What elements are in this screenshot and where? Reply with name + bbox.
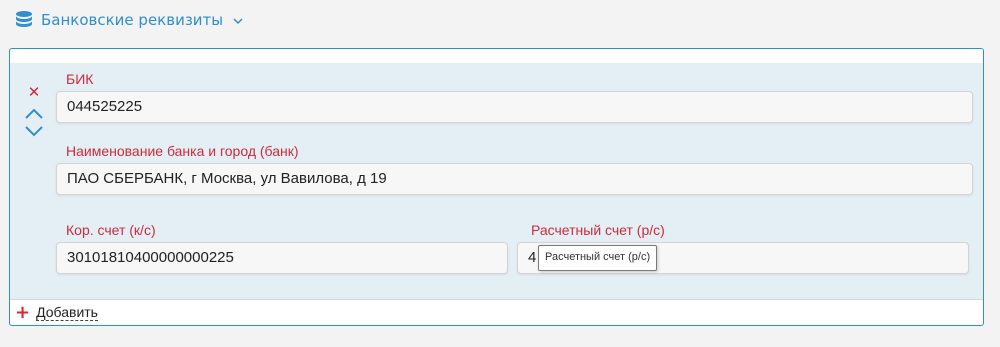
section-header[interactable]: Банковские реквизиты: [15, 8, 243, 32]
move-up-button[interactable]: [24, 107, 44, 121]
bank-details-panel: ✕ БИК 044525225 Наименование банка и гор…: [9, 48, 984, 326]
corr-account-label: Кор. счет (к/с): [66, 222, 156, 238]
bank-record: ✕ БИК 044525225 Наименование банка и гор…: [10, 63, 983, 300]
move-down-button[interactable]: [24, 124, 44, 138]
chevron-down-icon: [233, 18, 243, 25]
add-record-button[interactable]: + Добавить: [15, 301, 98, 323]
bik-label: БИК: [66, 71, 94, 87]
field-tooltip: Расчетный счет (р/с): [538, 245, 658, 271]
bik-field[interactable]: 044525225: [56, 91, 973, 123]
remove-record-button[interactable]: ✕: [27, 85, 41, 100]
database-icon: [16, 11, 32, 27]
section-title: Банковские реквизиты: [41, 11, 224, 29]
plus-icon: +: [15, 301, 31, 323]
add-label: Добавить: [36, 304, 98, 321]
corr-account-field[interactable]: 30101810400000000225: [56, 242, 508, 274]
bank-name-label: Наименование банка и город (банк): [66, 143, 299, 159]
settlement-account-label: Расчетный счет (р/с): [531, 222, 665, 238]
bank-name-field[interactable]: ПАО СБЕРБАНК, г Москва, ул Вавилова, д 1…: [56, 163, 973, 195]
